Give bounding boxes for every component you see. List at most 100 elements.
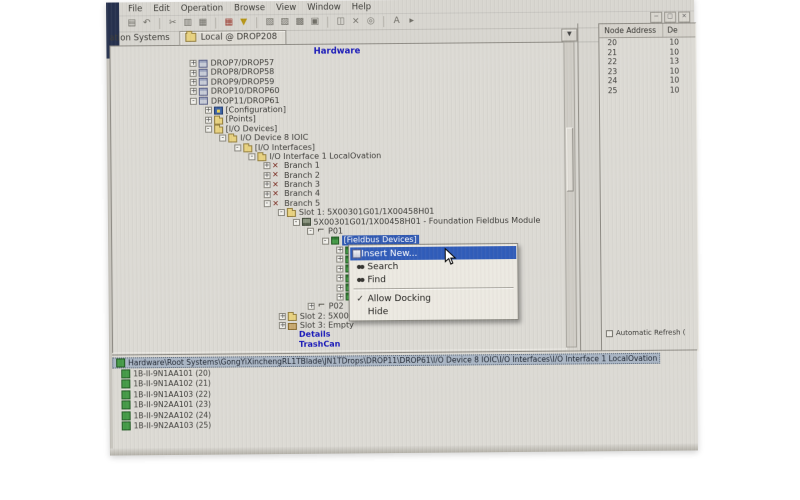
tree-scrollbar[interactable] xyxy=(563,41,577,347)
expand-toggle[interactable]: - xyxy=(322,237,329,244)
print-icon[interactable]: ▤ xyxy=(126,18,137,29)
expand-toggle[interactable]: - xyxy=(292,219,299,226)
select-icon[interactable]: ◫ xyxy=(335,16,346,27)
folder-icon xyxy=(287,210,296,217)
expand-toggle[interactable]: + xyxy=(337,284,344,291)
menu-window[interactable]: Window xyxy=(307,2,341,12)
expand-toggle[interactable]: + xyxy=(336,256,343,263)
device-icon xyxy=(122,401,131,410)
camera-icon[interactable]: ▣ xyxy=(309,16,320,27)
menu-edit[interactable]: Edit xyxy=(153,4,170,14)
hardware-node-icon xyxy=(116,358,125,367)
copy-page-icon[interactable]: ▩ xyxy=(294,16,305,27)
expand-toggle[interactable]: - xyxy=(205,126,212,133)
branch-icon xyxy=(272,171,281,179)
device-icon xyxy=(122,411,131,420)
tree-node-label: [I/O Devices] xyxy=(226,124,278,134)
tree-node-label: [I/O Interfaces] xyxy=(255,142,315,152)
expand-toggle[interactable]: + xyxy=(190,88,197,95)
undo-icon[interactable]: ↶ xyxy=(141,18,152,29)
hardware-root-pane: Hardware\Root Systems\GongYiXinchengRL1T… xyxy=(112,349,698,449)
scrollbar-thumb[interactable] xyxy=(566,128,574,192)
toolbar-separator xyxy=(215,17,216,28)
find-icon[interactable]: A xyxy=(391,15,402,26)
tree-node-label: P01 xyxy=(328,227,343,237)
menu-item-label: Insert New... xyxy=(361,248,417,258)
expand-toggle[interactable]: + xyxy=(308,303,315,310)
chevron-down-icon[interactable]: ▼ xyxy=(561,28,577,41)
drop-icon xyxy=(199,69,208,77)
folder-icon xyxy=(288,314,297,321)
menu-browse[interactable]: Browse xyxy=(234,3,265,13)
expand-toggle[interactable]: - xyxy=(278,209,285,216)
filter-icon[interactable]: ▼ xyxy=(238,17,249,28)
column-node-address[interactable]: Node Address xyxy=(599,24,663,38)
automatic-refresh-row: Automatic Refresh ( xyxy=(606,329,686,338)
delete-icon[interactable]: × xyxy=(350,16,361,27)
expand-toggle[interactable]: - xyxy=(307,228,314,235)
expand-toggle[interactable]: + xyxy=(190,69,197,76)
folder-icon xyxy=(243,145,252,152)
expand-toggle[interactable]: - xyxy=(219,135,226,142)
expand-toggle[interactable]: + xyxy=(279,322,286,329)
menu-item-label: Allow Docking xyxy=(368,293,431,304)
menu-operation[interactable]: Operation xyxy=(181,3,223,13)
import-icon[interactable]: ▧ xyxy=(264,17,275,28)
expand-toggle[interactable]: + xyxy=(263,181,270,188)
device-cell: 10 xyxy=(666,66,680,75)
details-link[interactable]: Details xyxy=(299,330,331,340)
minimize-button[interactable]: − xyxy=(650,12,662,23)
menu-help[interactable]: Help xyxy=(352,2,371,12)
expand-toggle[interactable]: - xyxy=(263,200,270,207)
menu-view[interactable]: View xyxy=(276,2,296,12)
expand-toggle[interactable]: - xyxy=(234,144,241,151)
close-button[interactable]: × xyxy=(678,11,690,22)
tree-node-label: I/O Interface 1 LocalOvation xyxy=(269,151,381,161)
expand-toggle[interactable]: + xyxy=(336,275,343,282)
menu-file[interactable]: File xyxy=(128,4,142,14)
tree-node-label: DROP7/DROP57 xyxy=(211,58,275,68)
refresh-icon[interactable]: ◎ xyxy=(365,16,376,27)
export-icon[interactable]: ▨ xyxy=(279,16,290,27)
color-map-icon[interactable]: ▦ xyxy=(223,17,234,28)
expand-toggle[interactable]: + xyxy=(336,265,343,272)
device-cell: 10 xyxy=(665,47,679,56)
tab-label: Local @ DROP208 xyxy=(201,32,278,43)
trashcan-link[interactable]: TrashCan xyxy=(299,339,340,349)
expand-toggle[interactable]: - xyxy=(248,153,255,160)
tab-systems[interactable]: ation Systems xyxy=(109,32,175,45)
run-icon[interactable]: ▸ xyxy=(406,15,417,26)
expand-toggle[interactable]: + xyxy=(204,107,211,114)
node-address-cell: 20 xyxy=(599,38,665,48)
node-address-cell: 22 xyxy=(600,57,666,67)
copy-icon[interactable]: ▥ xyxy=(182,17,193,28)
expand-toggle[interactable]: + xyxy=(263,163,270,170)
paste-icon[interactable]: ▦ xyxy=(197,17,208,28)
folder-icon xyxy=(257,154,266,161)
cut-icon[interactable]: ✂ xyxy=(167,17,178,28)
expand-toggle[interactable]: + xyxy=(263,172,270,179)
menu-item-hide[interactable]: Hide xyxy=(351,304,517,318)
menu-item-label: Search xyxy=(367,262,398,272)
menu-item-find[interactable]: Find xyxy=(350,272,516,286)
device-label: 1B-II-9N2AA102 (24) xyxy=(134,410,212,420)
node-address-row[interactable]: 2510 xyxy=(600,85,696,95)
tree-node-label: Branch 5 xyxy=(284,199,320,209)
menu-separator xyxy=(354,287,514,290)
expand-toggle[interactable]: - xyxy=(190,98,197,105)
tab-local-drop208[interactable]: Local @ DROP208 xyxy=(180,30,287,46)
expand-toggle[interactable]: + xyxy=(190,79,197,86)
tree-node-label: Branch 2 xyxy=(284,170,320,180)
expand-toggle[interactable]: + xyxy=(279,313,286,320)
toolbar-separator xyxy=(159,18,160,29)
expand-toggle[interactable]: + xyxy=(190,60,197,67)
column-device[interactable]: De xyxy=(663,26,677,35)
expand-toggle[interactable]: + xyxy=(337,293,344,300)
automatic-refresh-checkbox[interactable] xyxy=(606,330,613,337)
expand-toggle[interactable]: + xyxy=(336,247,343,254)
maximize-button[interactable]: □ xyxy=(664,12,676,23)
binoculars-icon xyxy=(352,277,367,283)
branch-icon xyxy=(272,190,281,198)
expand-toggle[interactable]: + xyxy=(205,116,212,123)
expand-toggle[interactable]: + xyxy=(263,191,270,198)
